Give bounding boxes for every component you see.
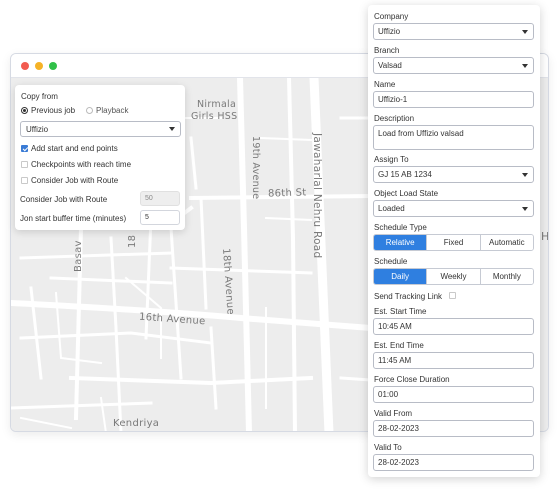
valid-to-value: 28-02-2023 (378, 458, 419, 467)
assign-to-select-value: GJ 15 AB 1234 (378, 170, 432, 179)
load-state-select[interactable]: Loaded (373, 200, 534, 217)
valid-to-input[interactable]: 28-02-2023 (373, 454, 534, 471)
map-label-basav: Basav (73, 240, 84, 272)
checkbox-checkpoints[interactable] (21, 161, 28, 168)
radio-playback[interactable] (86, 107, 93, 114)
end-time-input[interactable]: 11:45 AM (373, 352, 534, 369)
buffer-time-input[interactable]: 5 (140, 210, 180, 225)
chevron-down-icon (522, 63, 528, 68)
map-label-girls-hss: Girls HSS (191, 111, 238, 122)
checkbox-start-end-points-label[interactable]: Add start and end points (31, 144, 118, 153)
schedule-monthly[interactable]: Monthly (479, 269, 533, 284)
consider-route-label: Consider Job with Route (20, 195, 108, 204)
force-close-input[interactable]: 01:00 (373, 386, 534, 403)
force-close-value: 01:00 (378, 390, 399, 399)
map-label-edge-h: H (541, 230, 549, 243)
checkbox-checkpoints-label[interactable]: Checkpoints with reach time (31, 160, 131, 169)
chevron-down-icon (522, 206, 528, 211)
company-select[interactable]: Uffizio (373, 23, 534, 40)
chevron-down-icon (169, 127, 175, 131)
radio-previous-job[interactable] (21, 107, 28, 114)
map-label-kendriya: Kendriya (113, 418, 160, 429)
map-label-19th-avenue: 19th Avenue (250, 136, 261, 200)
force-close-label: Force Close Duration (374, 375, 450, 384)
chevron-down-icon (522, 172, 528, 177)
schedule-type-fixed[interactable]: Fixed (426, 235, 480, 250)
schedule-type-automatic[interactable]: Automatic (479, 235, 533, 250)
consider-route-value: 50 (145, 195, 153, 202)
start-time-value: 10:45 AM (378, 322, 412, 331)
schedule-daily[interactable]: Daily (374, 269, 427, 284)
radio-previous-job-label[interactable]: Previous job (31, 106, 75, 115)
copy-from-title: Copy from (21, 92, 58, 101)
branch-select-value: Valsad (378, 61, 402, 70)
assign-to-label: Assign To (374, 155, 409, 164)
copy-company-select-value: Uffizio (26, 124, 49, 134)
checkbox-consider-route-label[interactable]: Consider Job with Route (31, 176, 118, 185)
radio-playback-label[interactable]: Playback (96, 106, 128, 115)
valid-from-value: 28-02-2023 (378, 424, 419, 433)
schedule-weekly[interactable]: Weekly (426, 269, 480, 284)
map-label-nirmala: Nirmala (197, 99, 237, 110)
close-window-dot[interactable] (21, 62, 29, 70)
chevron-down-icon (522, 29, 528, 34)
start-time-label: Est. Start Time (374, 307, 427, 316)
company-select-value: Uffizio (378, 27, 401, 36)
consider-route-input: 50 (140, 191, 180, 206)
end-time-value: 11:45 AM (378, 356, 412, 365)
map-label-86th-st: 86th St (267, 187, 307, 200)
buffer-time-value: 5 (145, 214, 149, 221)
name-input[interactable]: Uffizio-1 (373, 91, 534, 108)
valid-to-label: Valid To (374, 443, 402, 452)
start-time-input[interactable]: 10:45 AM (373, 318, 534, 335)
company-label: Company (374, 12, 409, 21)
schedule-type-relative[interactable]: Relative (374, 235, 427, 250)
valid-from-input[interactable]: 28-02-2023 (373, 420, 534, 437)
branch-label: Branch (374, 46, 400, 55)
description-label: Description (374, 114, 415, 123)
checkbox-consider-route[interactable] (21, 177, 28, 184)
load-state-select-value: Loaded (378, 204, 405, 213)
minimize-window-dot[interactable] (35, 62, 43, 70)
schedule-toggle: Daily Weekly Monthly (373, 268, 534, 285)
description-textarea[interactable]: Load from Uffizio valsad (373, 125, 534, 150)
schedule-type-label: Schedule Type (374, 223, 427, 232)
checkbox-start-end-points[interactable] (21, 145, 28, 152)
schedule-type-toggle: Relative Fixed Automatic (373, 234, 534, 251)
name-input-value: Uffizio-1 (378, 95, 408, 104)
assign-to-select[interactable]: GJ 15 AB 1234 (373, 166, 534, 183)
branch-select[interactable]: Valsad (373, 57, 534, 74)
load-state-label: Object Load State (374, 189, 439, 198)
end-time-label: Est. End Time (374, 341, 424, 350)
copy-from-panel: Copy from Previous job Playback Uffizio … (15, 85, 185, 230)
schedule-label: Schedule (374, 257, 408, 266)
map-label-jawaharlal-nehru-road: Jawaharlal Nehru Road (311, 133, 323, 259)
map-label-edge-18: 18 (127, 234, 138, 248)
send-tracking-checkbox[interactable] (449, 292, 456, 299)
name-label: Name (374, 80, 396, 89)
description-textarea-value: Load from Uffizio valsad (378, 129, 464, 138)
buffer-time-label: Jon start buffer time (minutes) (20, 214, 127, 223)
job-form-panel: Company Uffizio Branch Valsad Name Uffiz… (368, 5, 540, 477)
copy-company-select[interactable]: Uffizio (20, 121, 181, 137)
maximize-window-dot[interactable] (49, 62, 57, 70)
send-tracking-label: Send Tracking Link (374, 292, 443, 301)
valid-from-label: Valid From (374, 409, 413, 418)
